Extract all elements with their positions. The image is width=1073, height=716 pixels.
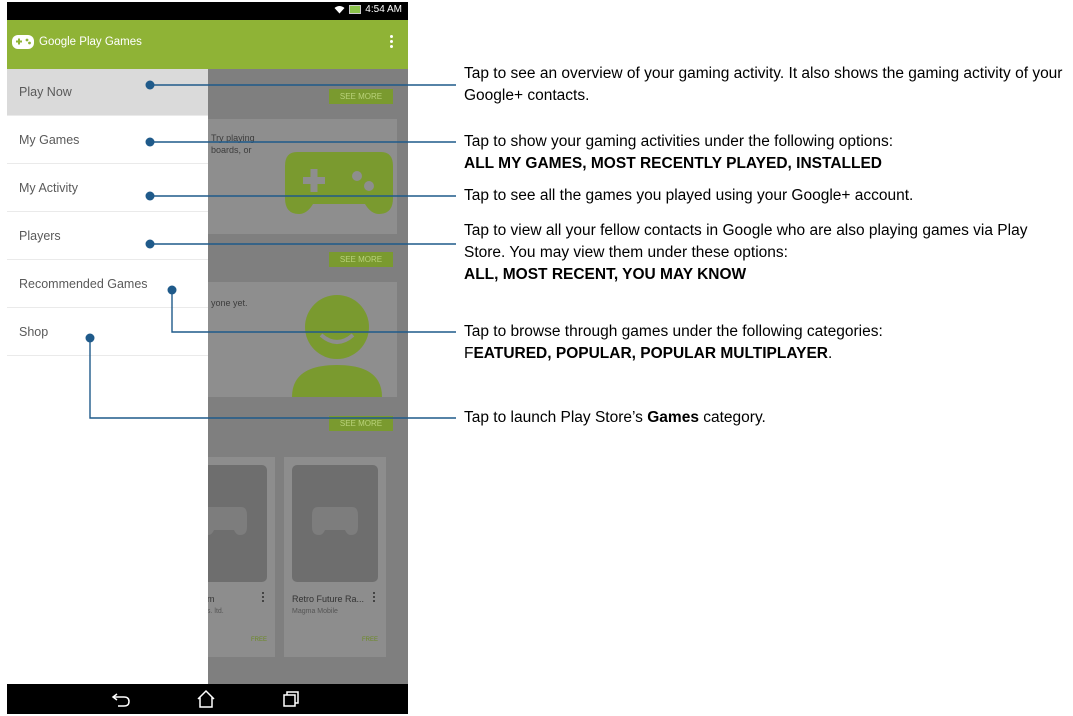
callout-my-games: Tap to show your gaming activities under… <box>464 131 1064 175</box>
callout-dot <box>85 333 95 343</box>
callout-dot <box>145 239 155 249</box>
leader-line <box>171 290 456 333</box>
callout-bold-text: EATURED, POPULAR, POPULAR MULTIPLAYER <box>473 345 828 362</box>
callout-bold-text: ALL, MOST RECENT, YOU MAY KNOW <box>464 266 747 283</box>
callout-text: Tap to launch Play Store’s <box>464 409 648 426</box>
callout-text-after: category. <box>698 409 766 426</box>
callout-bold-text: ALL MY GAMES, MOST RECENTLY PLAYED, INST… <box>464 155 882 172</box>
callout-text: Tap to view all your fellow contacts in … <box>464 222 1028 261</box>
callout-text: Tap to see all the games you played usin… <box>464 187 914 204</box>
callout-dot <box>167 285 177 295</box>
leader-line <box>89 338 456 419</box>
callout-shop: Tap to launch Play Store’s Games categor… <box>464 407 1064 429</box>
callout-dot <box>145 137 155 147</box>
callout-text: Tap to show your gaming activities under… <box>464 133 894 150</box>
callout-players: Tap to view all your fellow contacts in … <box>464 220 1064 286</box>
callout-dot <box>145 191 155 201</box>
callout-text: Tap to see an overview of your gaming ac… <box>464 65 1063 104</box>
callout-text: Tap to browse through games under the fo… <box>464 323 883 340</box>
callout-dot <box>145 80 155 90</box>
callout-play-now: Tap to see an overview of your gaming ac… <box>464 63 1064 107</box>
callout-recommended-games: Tap to browse through games under the fo… <box>464 321 1064 365</box>
callout-bold-text: Games <box>647 409 699 426</box>
callout-suffix: . <box>827 345 833 362</box>
callout-my-activity: Tap to see all the games you played usin… <box>464 185 1064 207</box>
